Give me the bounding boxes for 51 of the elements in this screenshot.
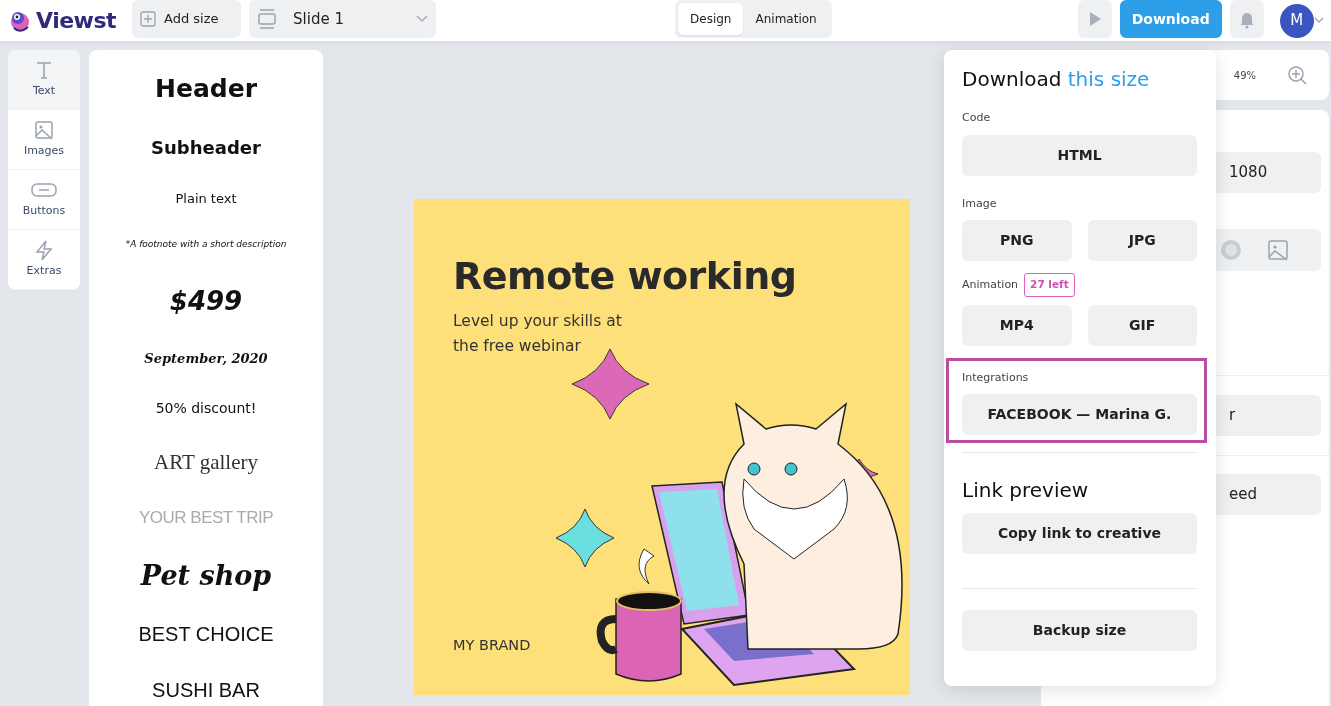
- text-style-preset[interactable]: Header: [155, 70, 257, 108]
- copy-link-button[interactable]: Copy link to creative: [962, 513, 1197, 555]
- radial-icon[interactable]: [1219, 238, 1243, 262]
- text-style-preset[interactable]: $499: [169, 281, 243, 321]
- export-button[interactable]: FACEBOOK — Marina G.: [962, 394, 1197, 436]
- text-style-preset[interactable]: Subheader: [151, 133, 261, 161]
- export-button[interactable]: JPG: [1087, 220, 1197, 261]
- image-icon: [34, 119, 54, 140]
- text-style-preset[interactable]: SUSHI BAR: [152, 674, 260, 705]
- text-style-preset[interactable]: Pet shop: [140, 556, 272, 597]
- notifications-button[interactable]: [1229, 0, 1264, 38]
- artboard-subtitle: Level up your skills at the free webinar: [453, 311, 622, 357]
- artboard-title: Remote working: [453, 253, 797, 300]
- section-label: Animation: [962, 276, 1019, 293]
- export-button[interactable]: GIF: [1087, 304, 1197, 346]
- text-style-preset[interactable]: September, 2020: [144, 348, 268, 368]
- avatar[interactable]: M: [1279, 3, 1314, 38]
- backup-button[interactable]: Backup size: [962, 610, 1197, 652]
- add-icon: [140, 11, 157, 27]
- lightning-icon: [34, 239, 54, 260]
- export-button[interactable]: HTML: [962, 134, 1197, 176]
- slide-icon: [257, 9, 278, 29]
- section-label: Image: [962, 195, 997, 212]
- text-style-preset[interactable]: BEST CHOICE: [138, 618, 274, 649]
- caret-icon: [416, 15, 429, 23]
- play-button[interactable]: [1077, 0, 1112, 38]
- caret-icon: [1313, 17, 1324, 24]
- text-style-preset[interactable]: Plain text: [175, 188, 237, 208]
- text-style-preset[interactable]: ART gallery: [154, 447, 258, 479]
- section-label: Integrations: [962, 369, 1029, 386]
- mode-tab[interactable]: Design: [678, 3, 744, 35]
- zoom-level: 49%: [1233, 68, 1256, 83]
- section-title: Link preview: [962, 477, 1090, 505]
- zoom-in-icon[interactable]: [1288, 65, 1307, 85]
- artboard-brand: MY BRAND: [453, 636, 531, 655]
- image-icon[interactable]: [1267, 239, 1289, 261]
- text-icon: [34, 59, 54, 80]
- usage-badge: 27 left: [1024, 273, 1075, 297]
- add-size-button[interactable]: Add size: [132, 0, 242, 38]
- text-style-preset[interactable]: 50% discount!: [155, 398, 257, 419]
- export-button[interactable]: PNG: [962, 220, 1072, 261]
- mode-tab[interactable]: Animation: [743, 3, 829, 35]
- section-label: Code: [962, 110, 991, 126]
- menu-title: Download this size: [962, 66, 1151, 93]
- brand-name: Viewst: [36, 7, 117, 35]
- play-icon: [1088, 11, 1101, 27]
- slide-select[interactable]: Slide 1: [249, 0, 437, 38]
- text-style-preset[interactable]: *A footnote with a short description: [125, 238, 287, 252]
- tool-tab[interactable]: Text: [8, 50, 80, 110]
- export-button[interactable]: MP4: [962, 304, 1072, 346]
- slide-name: Slide 1: [293, 8, 345, 30]
